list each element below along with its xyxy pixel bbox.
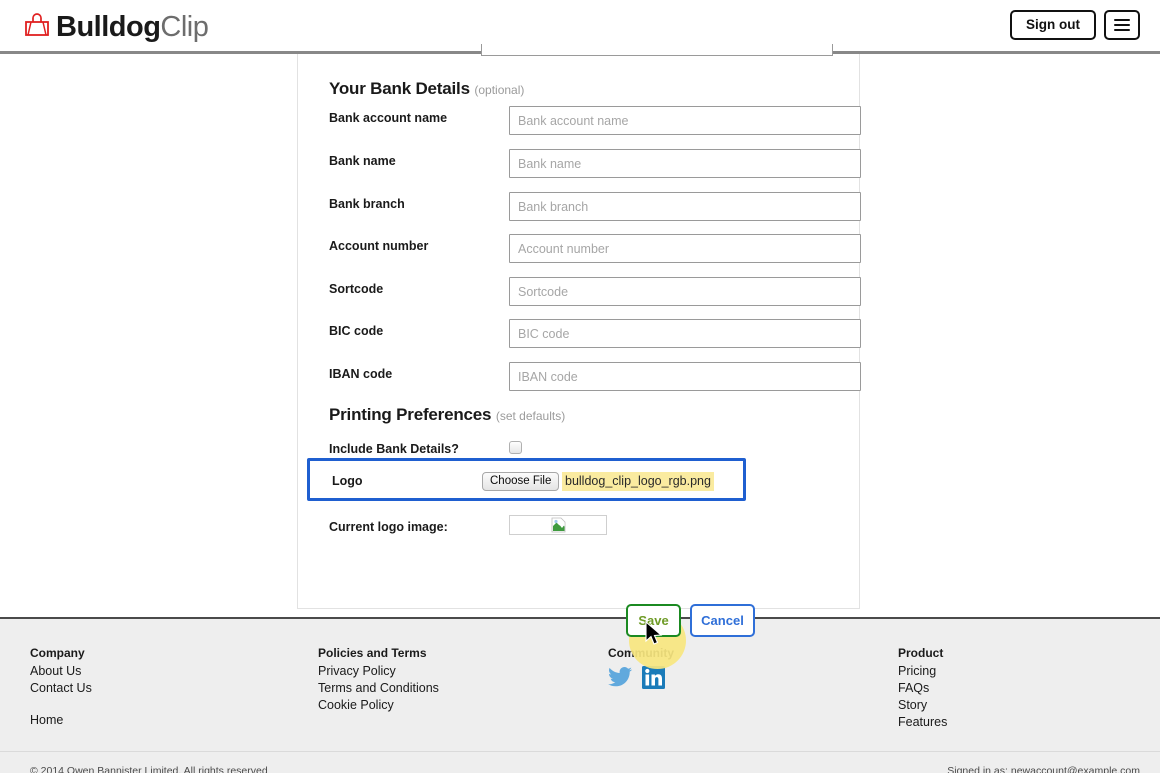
linkedin-link[interactable] — [642, 666, 665, 694]
settings-panel: Your Bank Details (optional) Bank accoun… — [297, 44, 861, 669]
logo-text-bold: Bulldog — [56, 10, 161, 43]
broken-image-icon — [551, 517, 565, 533]
label-iban-code: IBAN code — [329, 367, 393, 381]
social-links — [608, 666, 674, 694]
footer-link-privacy-policy[interactable]: Privacy Policy — [318, 663, 439, 680]
input-bank-account-name[interactable] — [509, 106, 861, 135]
field-row-sortcode: Sortcode — [329, 277, 861, 307]
footer-heading-product: Product — [898, 646, 944, 660]
printing-preferences-hint: (set defaults) — [495, 409, 566, 423]
input-iban-code[interactable] — [509, 362, 861, 391]
hamburger-menu-icon — [1114, 16, 1130, 34]
footer-link-cookie-policy[interactable]: Cookie Policy — [318, 697, 439, 714]
choose-file-button[interactable]: Choose File — [482, 472, 560, 491]
field-row-current-logo: Current logo image: — [329, 515, 839, 545]
printing-preferences-title: Printing Preferences — [329, 405, 492, 424]
label-account-number: Account number — [329, 239, 429, 253]
label-logo: Logo — [332, 474, 363, 488]
input-bic-code[interactable] — [509, 319, 861, 348]
bulldog-clip-icon — [22, 11, 52, 43]
footer-link-terms-and-conditions[interactable]: Terms and Conditions — [318, 680, 439, 697]
bank-details-title: Your Bank Details — [329, 79, 470, 98]
scrolled-off-input[interactable] — [481, 44, 833, 56]
input-sortcode[interactable] — [509, 277, 861, 306]
input-account-number[interactable] — [509, 234, 861, 263]
logo-upload-row-highlighted: Logo Choose File bulldog_clip_logo_rgb.p… — [307, 458, 746, 501]
cancel-button[interactable]: Cancel — [690, 604, 755, 637]
site-footer: Company About Us Contact Us Home Policie… — [0, 617, 1160, 751]
footer-heading-policies: Policies and Terms — [318, 646, 427, 660]
current-logo-thumbnail — [509, 515, 607, 535]
footer-heading-company: Company — [30, 646, 85, 660]
field-row-bank-account-name: Bank account name — [329, 106, 861, 136]
field-row-bank-branch: Bank branch — [329, 192, 861, 222]
bank-details-heading: Your Bank Details (optional) — [329, 79, 524, 99]
footer-column-company: Company About Us Contact Us Home — [30, 646, 92, 729]
copyright-text: © 2014 Owen Bannister Limited. All right… — [30, 765, 268, 773]
header-actions: Sign out — [1010, 10, 1140, 40]
label-bank-name: Bank name — [329, 154, 396, 168]
field-row-account-number: Account number — [329, 234, 861, 264]
footer-link-home[interactable]: Home — [30, 712, 92, 729]
footer-column-product: Product Pricing FAQs Story Features — [898, 646, 947, 731]
copyright-bar: © 2014 Owen Bannister Limited. All right… — [0, 751, 1160, 773]
printing-preferences-heading: Printing Preferences (set defaults) — [329, 405, 565, 425]
footer-column-policies: Policies and Terms Privacy Policy Terms … — [318, 646, 439, 714]
twitter-icon — [608, 667, 632, 687]
footer-link-features[interactable]: Features — [898, 714, 947, 731]
label-bank-account-name: Bank account name — [329, 111, 448, 125]
footer-link-pricing[interactable]: Pricing — [898, 663, 947, 680]
checkbox-include-bank-details[interactable] — [509, 441, 522, 454]
bank-details-hint: (optional) — [474, 83, 525, 97]
footer-link-contact-us[interactable]: Contact Us — [30, 680, 92, 697]
label-bic-code: BIC code — [329, 324, 384, 338]
field-row-bic-code: BIC code — [329, 319, 861, 349]
label-bank-branch: Bank branch — [329, 197, 405, 211]
selected-file-name: bulldog_clip_logo_rgb.png — [562, 472, 714, 491]
menu-button[interactable] — [1104, 10, 1140, 40]
label-current-logo-image: Current logo image: — [329, 520, 448, 534]
field-row-iban-code: IBAN code — [329, 362, 861, 392]
signed-in-as-text: Signed in as: newaccount@example.com — [947, 765, 1140, 773]
footer-link-about-us[interactable]: About Us — [30, 663, 92, 680]
label-include-bank-details: Include Bank Details? — [329, 442, 459, 456]
linkedin-icon — [642, 666, 665, 689]
label-sortcode: Sortcode — [329, 282, 384, 296]
site-logo[interactable]: BulldogClip — [22, 6, 209, 48]
input-bank-name[interactable] — [509, 149, 861, 178]
sign-out-button[interactable]: Sign out — [1010, 10, 1096, 40]
input-bank-branch[interactable] — [509, 192, 861, 221]
field-row-bank-name: Bank name — [329, 149, 861, 179]
footer-link-faqs[interactable]: FAQs — [898, 680, 947, 697]
footer-link-story[interactable]: Story — [898, 697, 947, 714]
mouse-cursor-icon — [645, 620, 665, 652]
page-root: BulldogClip Sign out Your Bank Details (… — [0, 0, 1160, 773]
twitter-link[interactable] — [608, 667, 633, 693]
logo-text-light: Clip — [160, 10, 209, 43]
